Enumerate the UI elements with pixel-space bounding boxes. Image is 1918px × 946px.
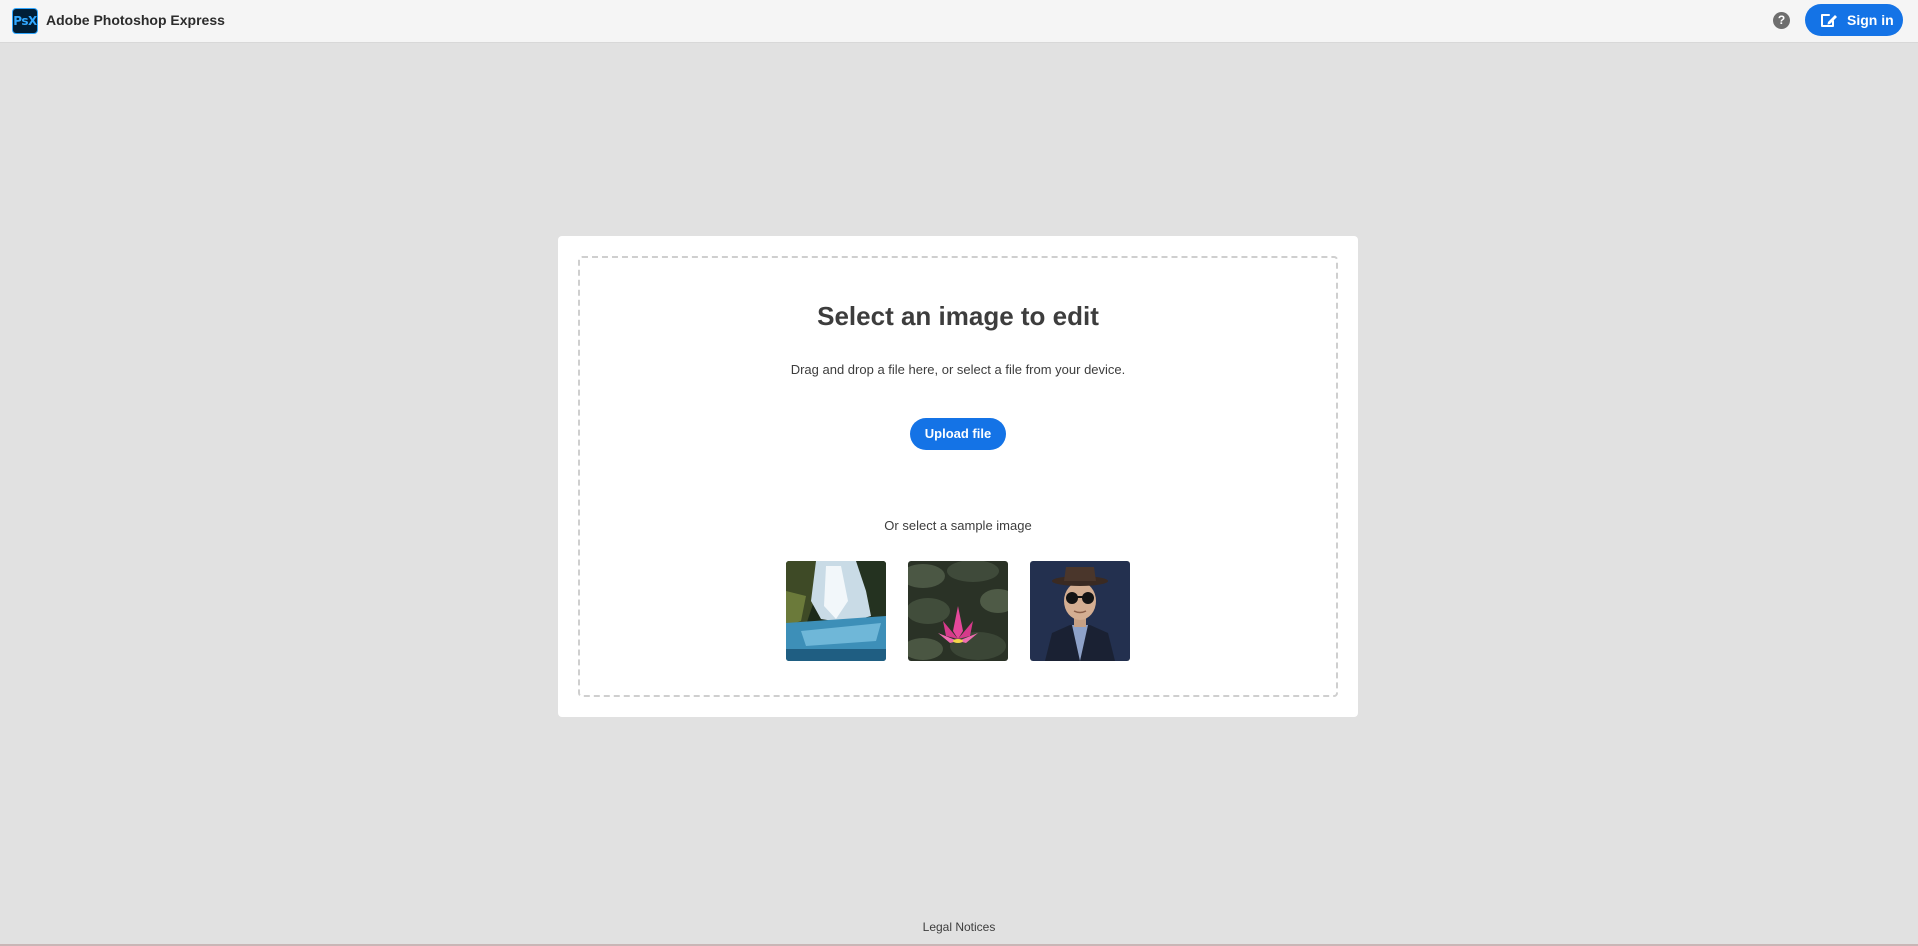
sample-images-label: Or select a sample image (884, 518, 1032, 533)
drop-instructions: Drag and drop a file here, or select a f… (790, 362, 1126, 377)
photoshop-express-logo-icon: PsX (12, 8, 38, 34)
sample-image-waterfall[interactable] (786, 561, 886, 661)
upload-card: Select an image to edit Drag and drop a … (558, 236, 1358, 717)
upload-file-button[interactable]: Upload file (910, 418, 1006, 450)
edit-pencil-icon (1821, 14, 1837, 27)
top-bar: PsX Adobe Photoshop Express ? Sign in (0, 0, 1918, 43)
help-icon[interactable]: ? (1773, 12, 1790, 29)
sign-in-button[interactable]: Sign in (1805, 4, 1903, 36)
sign-in-label: Sign in (1847, 12, 1894, 28)
app-title: Adobe Photoshop Express (46, 12, 225, 28)
sample-image-water-lily[interactable] (908, 561, 1008, 661)
legal-notices-link[interactable]: Legal Notices (0, 920, 1918, 934)
sample-image-man-in-hat[interactable] (1030, 561, 1130, 661)
page-title: Select an image to edit (817, 301, 1099, 331)
